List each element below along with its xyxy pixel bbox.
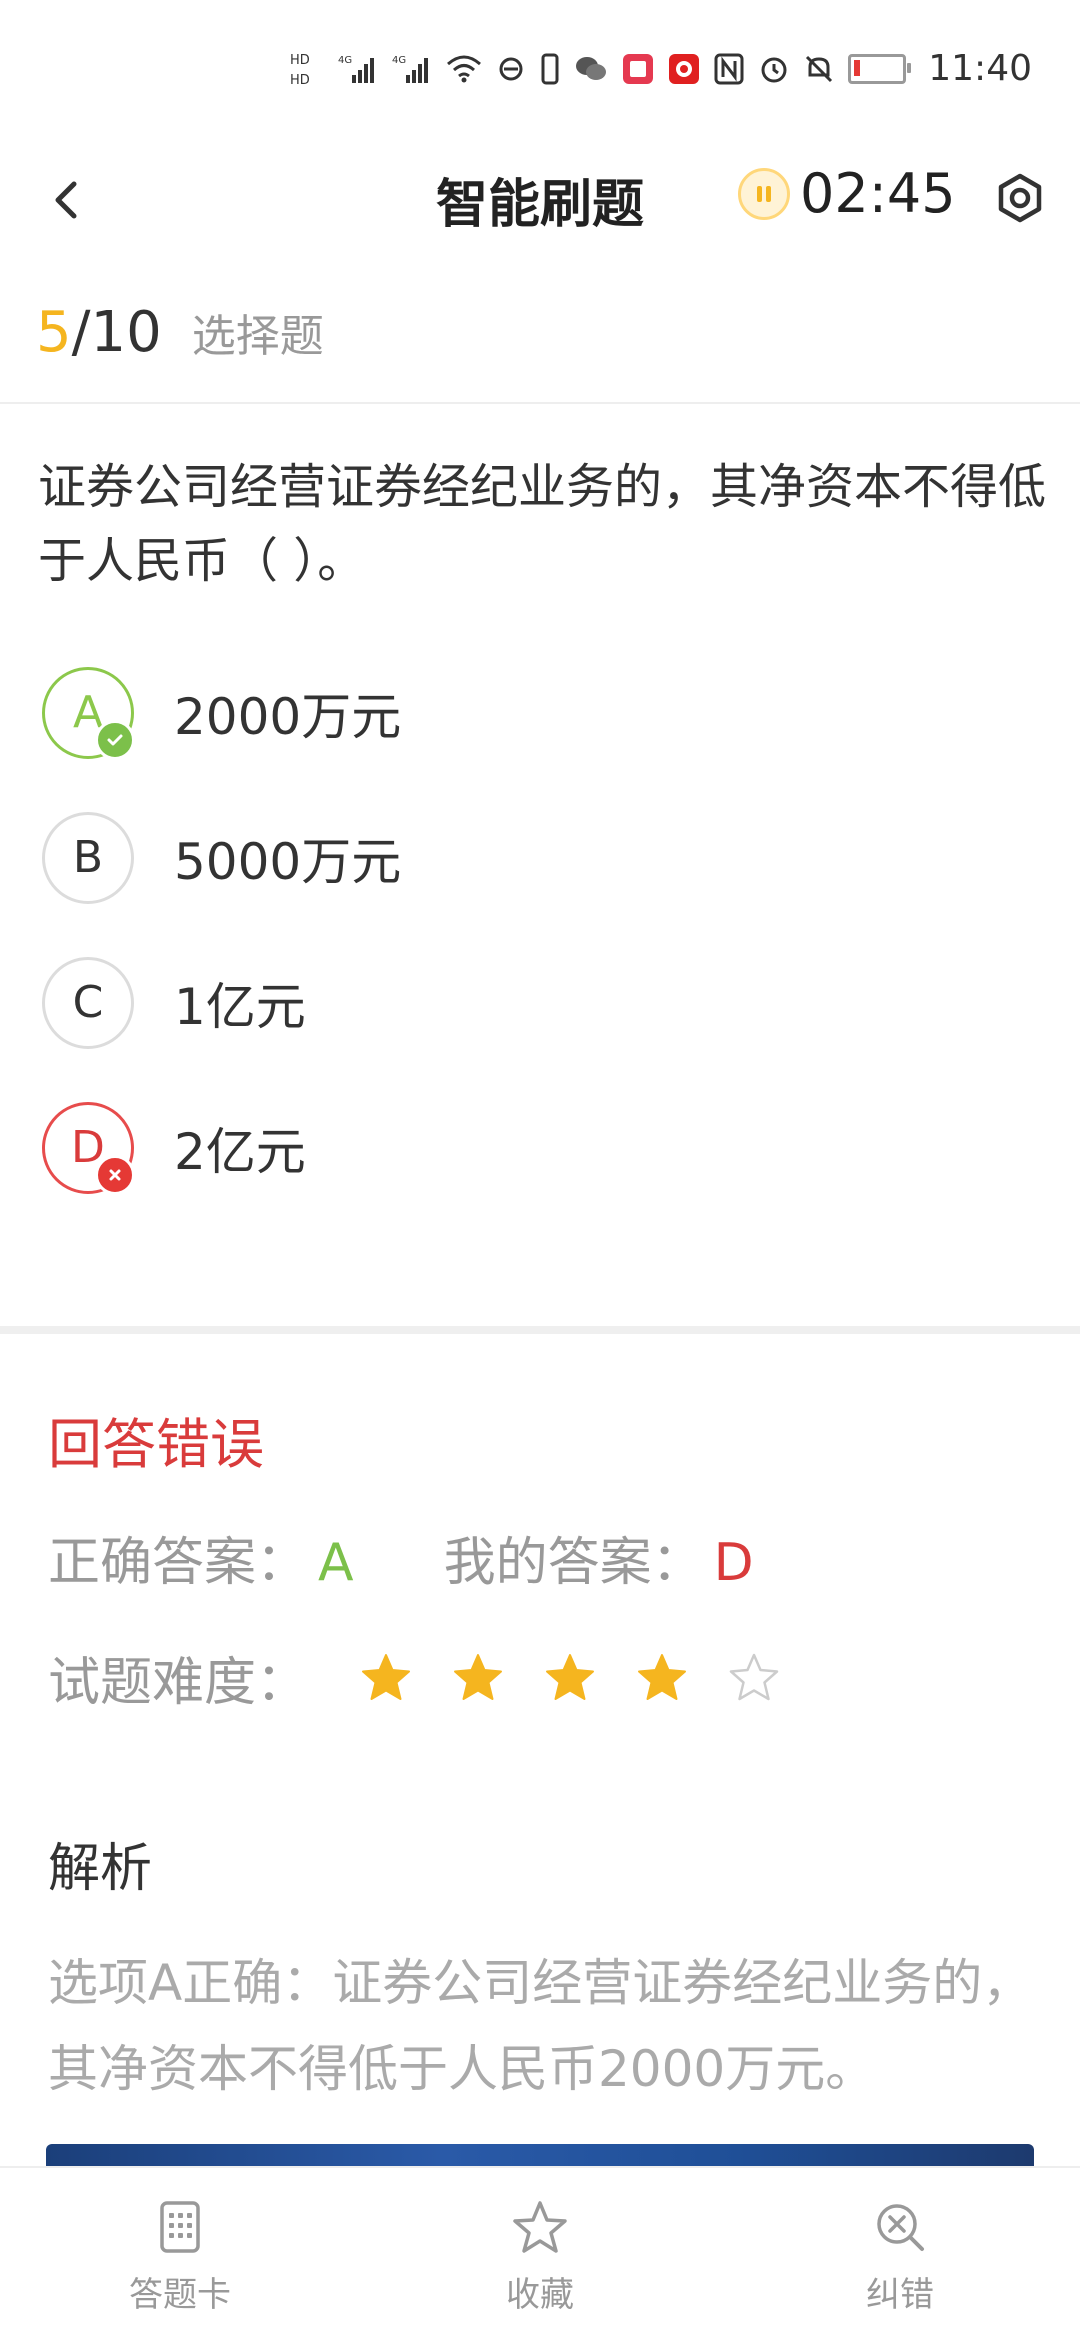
svg-text:4G: 4G bbox=[338, 55, 352, 66]
timer-group: 02:45 bbox=[738, 162, 956, 225]
mute-icon bbox=[804, 51, 834, 87]
answer-card-icon bbox=[160, 2200, 200, 2253]
phone-icon bbox=[540, 51, 560, 87]
section-divider bbox=[0, 1326, 1080, 1334]
wechat-icon bbox=[574, 51, 608, 87]
cross-icon bbox=[95, 1154, 135, 1195]
question-type: 选择题 bbox=[191, 311, 324, 362]
status-bar: HD HD 4G 4G 11:40 bbox=[0, 0, 1080, 150]
option-d[interactable]: D 2亿元 bbox=[42, 1075, 1042, 1220]
analysis-text: 选项A正确：证券公司经营证券经纪业务的，其净资本不得低于人民币2000万元。 bbox=[48, 1954, 1033, 2098]
star-icon bbox=[513, 2200, 567, 2253]
star-filled-icon bbox=[546, 1653, 595, 1700]
result-title: 回答错误 bbox=[48, 1413, 264, 1476]
countdown-timer: 02:45 bbox=[800, 162, 956, 225]
option-text: 1亿元 bbox=[174, 977, 306, 1036]
option-c[interactable]: C 1亿元 bbox=[42, 930, 1042, 1075]
option-list: A 2000万元 B 5000万元 C 1亿元 D 2亿元 bbox=[42, 640, 1042, 1220]
correct-answer-value: A bbox=[318, 1533, 354, 1593]
star-filled-icon bbox=[454, 1653, 503, 1700]
star-empty-icon bbox=[729, 1653, 779, 1700]
star-filled-icon bbox=[362, 1653, 411, 1700]
svg-text:4G: 4G bbox=[392, 55, 406, 66]
tab-report-error[interactable]: 纠错 bbox=[720, 2168, 1080, 2340]
svg-text:HD: HD bbox=[290, 53, 310, 68]
tab-answer-card[interactable]: 答题卡 bbox=[0, 2168, 360, 2340]
status-icons: HD HD 4G 4G 11:40 bbox=[290, 48, 1032, 89]
app-root: HD HD 4G 4G 11:40 智能刷题 02:45 5 / 10 选择题 … bbox=[0, 0, 1080, 2340]
tab-label: 纠错 bbox=[866, 2274, 934, 2315]
error-report-icon bbox=[877, 2203, 924, 2251]
svg-text:HD: HD bbox=[290, 73, 310, 88]
gear-icon bbox=[998, 173, 1042, 223]
bottom-toolbar: 答题卡 收藏 纠错 bbox=[0, 2166, 1080, 2340]
pause-icon bbox=[757, 185, 771, 202]
my-answer-value: D bbox=[713, 1533, 754, 1593]
clock: 11:40 bbox=[928, 48, 1032, 89]
wifi-icon bbox=[446, 51, 482, 87]
pause-button[interactable] bbox=[738, 167, 790, 220]
progress-separator: / bbox=[71, 300, 91, 365]
option-text: 2000万元 bbox=[174, 687, 402, 746]
4g-signal-icon: 4G bbox=[338, 51, 378, 87]
option-letter-circle: C bbox=[42, 956, 134, 1049]
question-text: 证券公司经营证券经纪业务的，其净资本不得低于人民币（ ）。 bbox=[38, 459, 1047, 589]
my-answer-label: 我的答案： bbox=[443, 1533, 704, 1593]
difficulty-row: 试题难度： bbox=[48, 1640, 780, 1715]
difficulty-label: 试题难度： bbox=[48, 1653, 309, 1713]
nfc-icon bbox=[714, 51, 744, 87]
difficulty-stars bbox=[360, 1652, 780, 1704]
check-icon bbox=[95, 719, 135, 760]
option-a[interactable]: A 2000万元 bbox=[42, 640, 1042, 785]
4g-signal-icon: 4G bbox=[392, 51, 432, 87]
divider bbox=[0, 402, 1080, 404]
nav-header: 智能刷题 02:45 bbox=[0, 150, 1080, 250]
tab-favorite[interactable]: 收藏 bbox=[360, 2168, 720, 2340]
option-letter-circle: B bbox=[42, 811, 134, 904]
book-app-icon bbox=[622, 51, 654, 87]
option-text: 2亿元 bbox=[174, 1122, 306, 1181]
answer-summary: 正确答案： A 我的答案： D bbox=[48, 1520, 754, 1595]
question-progress: 5 / 10 选择题 bbox=[36, 300, 324, 370]
option-letter-circle: D bbox=[42, 1101, 135, 1195]
option-b[interactable]: B 5000万元 bbox=[42, 785, 1042, 930]
alarm-icon bbox=[758, 51, 790, 87]
tab-label: 收藏 bbox=[506, 2274, 574, 2315]
option-letter: C bbox=[72, 977, 104, 1028]
battery-icon bbox=[848, 51, 912, 87]
current-question-number: 5 bbox=[36, 300, 72, 365]
data-saver-icon bbox=[496, 51, 526, 87]
correct-answer-label: 正确答案： bbox=[48, 1533, 309, 1593]
tab-label: 答题卡 bbox=[129, 2274, 231, 2315]
option-letter-circle: A bbox=[42, 666, 135, 760]
star-filled-icon bbox=[638, 1653, 687, 1700]
total-question-count: 10 bbox=[90, 300, 162, 365]
app-icon bbox=[668, 51, 700, 87]
option-text: 5000万元 bbox=[174, 832, 402, 891]
option-letter: B bbox=[72, 832, 104, 883]
analysis-title: 解析 bbox=[48, 1839, 153, 1899]
settings-button[interactable] bbox=[990, 168, 1050, 228]
hd1-hd2-icon: HD HD bbox=[290, 51, 324, 88]
